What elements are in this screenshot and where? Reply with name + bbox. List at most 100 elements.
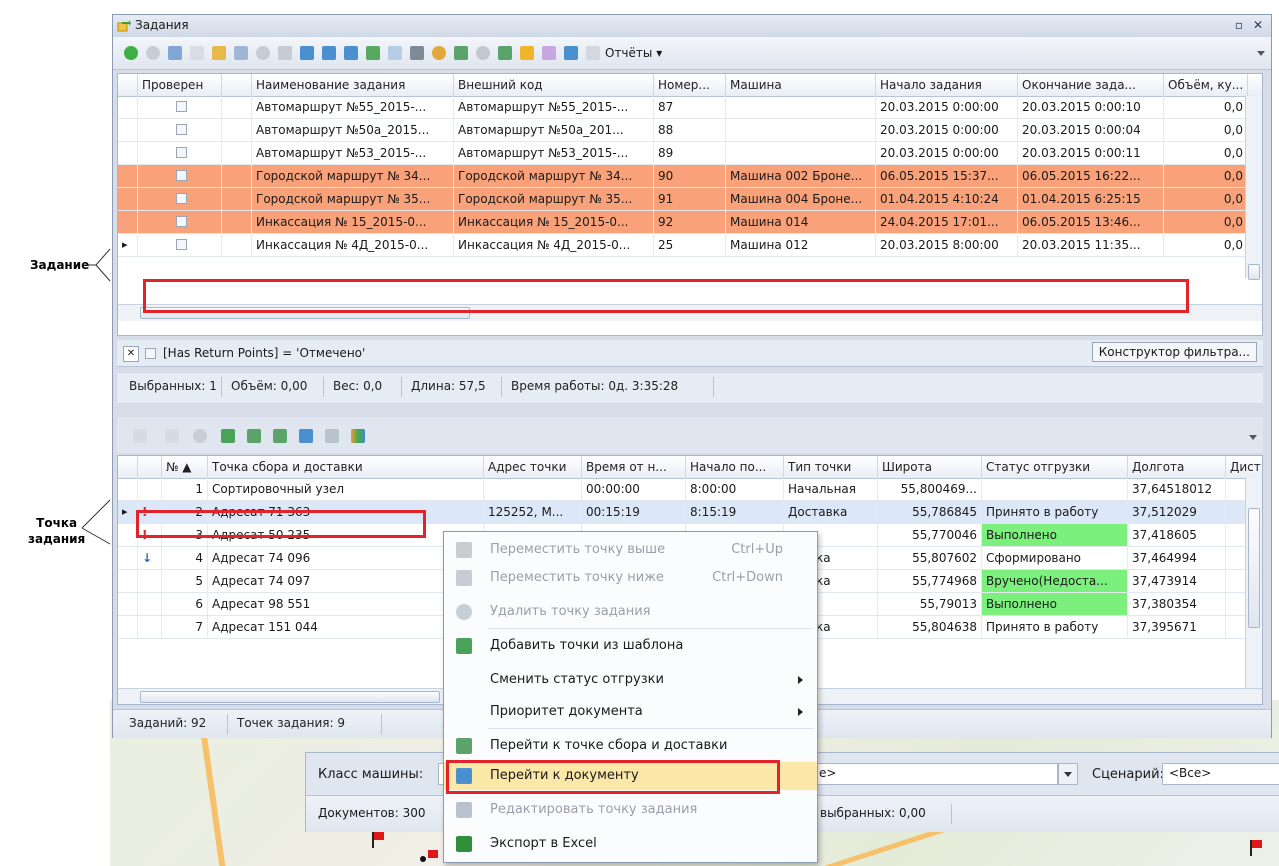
column-header-checked[interactable]: Проверен	[138, 74, 222, 96]
column-header-latitude[interactable]: Широта	[878, 456, 982, 478]
remove-icon[interactable]	[146, 46, 160, 60]
network-icon[interactable]	[410, 46, 424, 60]
context-menu-item[interactable]: Переместить точку ниже Ctrl+Down	[444, 564, 817, 592]
context-menu-item[interactable]: Добавить точки из шаблона	[444, 632, 817, 660]
task-checked-checkbox[interactable]	[176, 147, 187, 158]
column-header-time-from[interactable]: Время от н...	[582, 456, 686, 478]
column-header-no[interactable]: № ▲	[162, 456, 208, 478]
template-icon	[456, 638, 472, 654]
export-icon[interactable]	[454, 46, 468, 60]
task-number-cell: 92	[654, 211, 726, 233]
point-latitude-cell: 55,786845	[878, 501, 982, 523]
list-icon[interactable]	[234, 46, 248, 60]
goto-point-icon[interactable]	[247, 429, 261, 443]
restore-button[interactable]: ▫	[1235, 18, 1243, 32]
globe-icon[interactable]	[476, 46, 490, 60]
document-icon[interactable]	[564, 46, 578, 60]
context-menu-item[interactable]: Приоритет документа	[444, 698, 817, 726]
table-icon[interactable]	[498, 46, 512, 60]
points-vertical-scrollbar[interactable]	[1245, 478, 1262, 688]
merge-icon[interactable]	[278, 46, 292, 60]
context-menu-item[interactable]: Удалить точку задания	[444, 598, 817, 626]
task-row[interactable]: ▸ Инкассация № 4Д_2015-0... Инкассация № 4…	[118, 234, 1248, 257]
column-header-car[interactable]: Машина	[726, 74, 876, 96]
task-blank-cell	[222, 188, 252, 210]
task-checked-checkbox[interactable]	[176, 101, 187, 112]
column-header-address[interactable]: Адрес точки	[484, 456, 582, 478]
column-header-name[interactable]: Наименование задания	[252, 74, 454, 96]
points-toolbar-overflow-icon[interactable]	[1249, 435, 1257, 440]
column-header-longitude[interactable]: Долгота	[1128, 456, 1226, 478]
move-down-icon[interactable]	[165, 429, 179, 443]
filter-enable-checkbox[interactable]	[145, 348, 156, 359]
folder-icon[interactable]	[520, 46, 534, 60]
column-header-end[interactable]: Окончание зада...	[1018, 74, 1164, 96]
truck-remove-icon[interactable]	[322, 46, 336, 60]
toolbar-overflow-icon[interactable]	[1257, 51, 1265, 56]
task-checked-checkbox[interactable]	[176, 216, 187, 227]
task-checked-checkbox[interactable]	[176, 170, 187, 181]
point-row[interactable]: 1 Сортировочный узел 00:00:00 8:00:00 Началь…	[118, 478, 1246, 501]
money-icon[interactable]	[432, 46, 446, 60]
task-row[interactable]: Автомаршрут №50а_2015... Автомаршрут №50а…	[118, 119, 1248, 142]
context-menu-item[interactable]: Редактировать точку задания	[444, 796, 817, 824]
task-checked-checkbox[interactable]	[176, 124, 187, 135]
task-row[interactable]: Городской маршрут № 34... Городской маршр…	[118, 165, 1248, 188]
context-menu-item[interactable]: Переместить точку выше Ctrl+Up	[444, 536, 817, 564]
truck-icon[interactable]	[300, 46, 314, 60]
column-header-point[interactable]: Точка сбора и доставки	[208, 456, 484, 478]
task-volume-cell: 0,0	[1164, 188, 1248, 210]
car-class-dropdown-icon[interactable]	[1058, 763, 1078, 785]
delete-point-icon[interactable]	[193, 429, 207, 443]
scenario-select[interactable]: <Все>	[1162, 763, 1279, 785]
clear-filter-icon[interactable]: ✕	[123, 346, 139, 362]
note-icon[interactable]	[542, 46, 556, 60]
tasks-scroll-thumb[interactable]	[1248, 264, 1260, 280]
task-row[interactable]: Городской маршрут № 35... Городской маршр…	[118, 188, 1248, 211]
task-name-cell: Инкассация № 15_2015-0...	[252, 211, 454, 233]
task-checked-checkbox[interactable]	[176, 239, 187, 250]
task-row[interactable]: Автомаршрут №55_2015-... Автомаршрут №55_…	[118, 96, 1248, 119]
column-header-start[interactable]: Начало по...	[686, 456, 784, 478]
filter-builder-button[interactable]: Конструктор фильтра...	[1091, 342, 1257, 362]
task-checked-checkbox[interactable]	[176, 193, 187, 204]
close-button[interactable]: ✕	[1253, 18, 1263, 32]
context-menu-item[interactable]: Экспорт в Excel	[444, 830, 817, 858]
column-header-start[interactable]: Начало задания	[876, 74, 1018, 96]
context-menu-item[interactable]: Сменить статус отгрузки	[444, 666, 817, 694]
people-icon[interactable]	[366, 46, 380, 60]
map-point[interactable]	[420, 856, 426, 862]
colors-icon[interactable]	[351, 429, 365, 443]
points-hscroll-thumb[interactable]	[140, 691, 440, 703]
truck-edit-icon[interactable]	[344, 46, 358, 60]
column-header-status[interactable]: Статус отгрузки	[982, 456, 1128, 478]
column-header-number[interactable]: Номер...	[654, 74, 726, 96]
task-row[interactable]: Автомаршрут №53_2015-... Автомаршрут №53_…	[118, 142, 1248, 165]
point-latitude-cell: 55,804638	[878, 616, 982, 638]
copy-icon[interactable]	[168, 46, 182, 60]
goto-document-icon[interactable]	[273, 429, 287, 443]
task-number-cell: 25	[654, 234, 726, 256]
tasks-vertical-scrollbar[interactable]	[1245, 96, 1262, 280]
add-icon[interactable]	[124, 46, 138, 60]
task-row[interactable]: Инкассация № 15_2015-0... Инкассация № 15…	[118, 211, 1248, 234]
search-icon[interactable]	[256, 46, 270, 60]
column-header-distance[interactable]: Дист	[1226, 456, 1262, 478]
context-menu-label: Экспорт в Excel	[490, 836, 597, 851]
column-header-point-type[interactable]: Тип точки	[784, 456, 878, 478]
check-icon[interactable]	[190, 46, 204, 60]
reports-menu-button[interactable]: Отчёты ▾	[605, 46, 662, 60]
report-icon[interactable]	[586, 46, 600, 60]
points-scroll-thumb[interactable]	[1248, 508, 1260, 628]
column-header-volume[interactable]: Объём, ку...	[1164, 74, 1248, 96]
edit-icon[interactable]	[212, 46, 226, 60]
page-icon[interactable]	[299, 429, 313, 443]
edit-point-icon[interactable]	[325, 429, 339, 443]
preview-icon[interactable]	[388, 46, 402, 60]
task-blank-cell	[222, 211, 252, 233]
column-header-external-code[interactable]: Внешний код	[454, 74, 654, 96]
add-from-template-icon[interactable]	[221, 429, 235, 443]
task-start-cell: 01.04.2015 4:10:24	[876, 188, 1018, 210]
context-menu-item[interactable]: Перейти к точке сбора и доставки	[444, 732, 817, 760]
move-up-icon[interactable]	[133, 429, 147, 443]
